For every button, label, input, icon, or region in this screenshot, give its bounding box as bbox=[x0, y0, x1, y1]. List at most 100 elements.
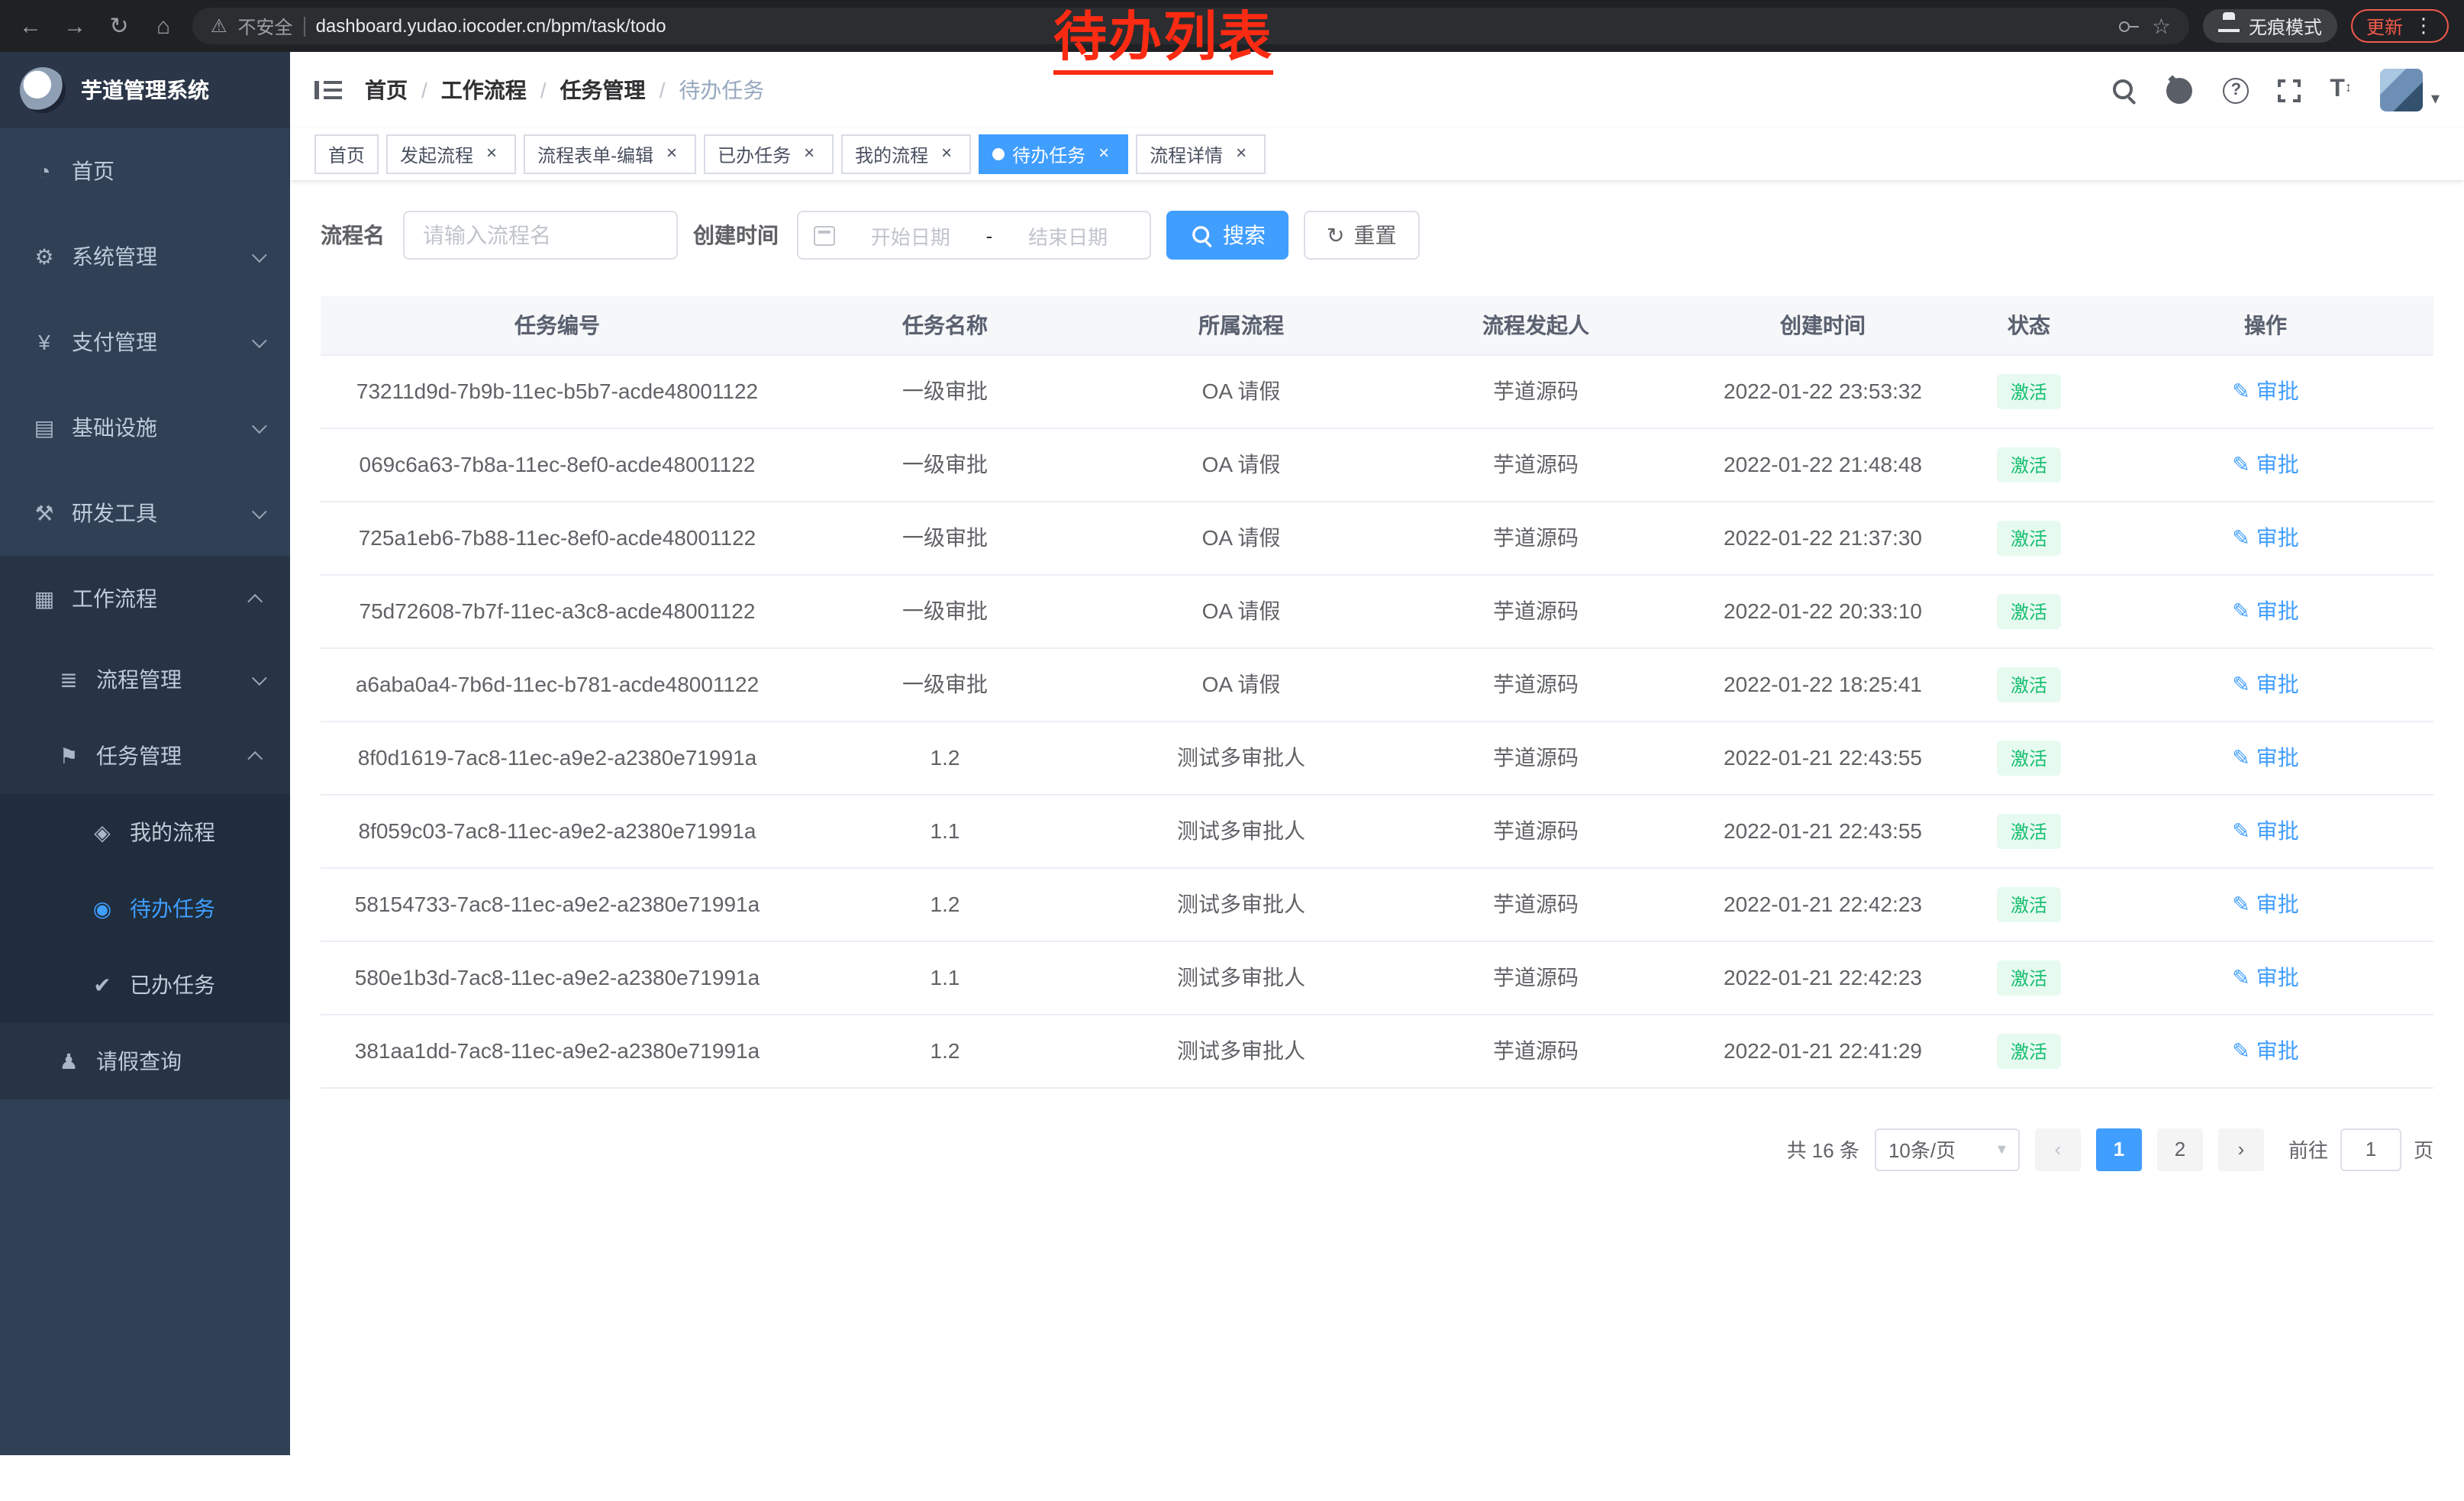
cell-starter: 芋道源码 bbox=[1386, 794, 1685, 867]
tab-close-icon[interactable] bbox=[661, 144, 682, 165]
sidebar-menu-item[interactable]: ◈ 我的流程 bbox=[0, 794, 290, 870]
chevron-icon bbox=[247, 750, 263, 766]
approve-label: 审批 bbox=[2256, 522, 2299, 553]
avatar[interactable] bbox=[2381, 69, 2424, 111]
approve-link[interactable]: 审批 bbox=[2232, 522, 2298, 553]
tab-close-icon[interactable] bbox=[481, 144, 502, 165]
breadcrumb-label: 工作流程 bbox=[441, 75, 527, 105]
tab-close-icon[interactable] bbox=[936, 144, 957, 165]
cell-actions: 审批 bbox=[2098, 428, 2433, 501]
approve-link[interactable]: 审批 bbox=[2232, 596, 2298, 626]
cell-task-id: 73211d9d-7b9b-11ec-b5b7-acde48001122 bbox=[321, 354, 794, 428]
tab[interactable]: 待办任务 bbox=[979, 134, 1128, 174]
search-button-icon bbox=[1191, 224, 1211, 245]
chevron-icon bbox=[252, 503, 267, 518]
tab[interactable]: 我的流程 bbox=[841, 134, 971, 174]
refresh-icon: ↻ bbox=[1327, 222, 1344, 248]
browser-home-icon[interactable]: ⌂ bbox=[148, 13, 179, 39]
table-row: 725a1eb6-7b88-11ec-8ef0-acde48001122 一级审… bbox=[321, 501, 2433, 574]
reset-button[interactable]: ↻ 重置 bbox=[1304, 211, 1419, 260]
range-separator: - bbox=[986, 224, 993, 247]
sidebar-menu-item[interactable]: ◔ 首页 bbox=[0, 128, 290, 214]
approve-label: 审批 bbox=[2256, 962, 2299, 993]
breadcrumb-item[interactable]: 工作流程 bbox=[408, 75, 527, 105]
my-process-icon: ◈ bbox=[89, 819, 116, 845]
tab-close-icon[interactable] bbox=[1230, 144, 1252, 165]
cell-starter: 芋道源码 bbox=[1386, 428, 1685, 501]
sidebar-menu-item[interactable]: ♟ 请假查询 bbox=[0, 1023, 290, 1099]
page-number-button[interactable]: 2 bbox=[2157, 1128, 2203, 1170]
cell-starter: 芋道源码 bbox=[1386, 867, 1685, 941]
goto-page-input[interactable]: 1 bbox=[2340, 1128, 2401, 1170]
help-icon[interactable]: ? bbox=[2223, 77, 2249, 103]
tab[interactable]: 发起流程 bbox=[386, 134, 516, 174]
tab[interactable]: 流程表单-编辑 bbox=[524, 134, 696, 174]
approve-link[interactable]: 审批 bbox=[2232, 1035, 2298, 1066]
approve-link[interactable]: 审批 bbox=[2232, 449, 2298, 479]
cell-actions: 审批 bbox=[2098, 721, 2433, 794]
start-date-placeholder: 开始日期 bbox=[844, 221, 977, 250]
reset-button-label: 重置 bbox=[1353, 220, 1396, 250]
sidebar-menu-item[interactable]: ✔ 已办任务 bbox=[0, 947, 290, 1023]
browser-forward-icon[interactable]: → bbox=[60, 13, 90, 39]
tab[interactable]: 首页 bbox=[314, 134, 379, 174]
page-number-button[interactable]: 1 bbox=[2096, 1128, 2142, 1170]
sidebar-menu-item[interactable]: ◉ 待办任务 bbox=[0, 870, 290, 947]
tab-close-icon[interactable] bbox=[1093, 144, 1114, 165]
approve-link[interactable]: 审批 bbox=[2232, 376, 2298, 406]
menu-item-label: 研发工具 bbox=[72, 498, 157, 528]
browser-menu-icon[interactable]: ⋮ bbox=[2414, 14, 2433, 38]
process-name-input[interactable]: 请输入流程名 bbox=[403, 211, 678, 260]
browser-back-icon[interactable]: ← bbox=[15, 13, 46, 39]
cell-process: OA 请假 bbox=[1096, 428, 1386, 501]
search-icon[interactable] bbox=[2111, 78, 2136, 102]
page-size-select[interactable]: 10条/页 ▾ bbox=[1875, 1128, 2020, 1170]
prev-page-button[interactable]: ‹ bbox=[2035, 1128, 2081, 1170]
sidebar-menu-item[interactable]: ≣ 流程管理 bbox=[0, 641, 290, 718]
table-row: 069c6a63-7b8a-11ec-8ef0-acde48001122 一级审… bbox=[321, 428, 2433, 501]
cell-status: 激活 bbox=[1960, 1014, 2098, 1087]
next-page-button[interactable]: › bbox=[2218, 1128, 2264, 1170]
bookmark-star-icon[interactable]: ☆ bbox=[2152, 13, 2171, 39]
github-icon[interactable] bbox=[2165, 76, 2194, 105]
cell-process: 测试多审批人 bbox=[1096, 1014, 1386, 1087]
search-button[interactable]: 搜索 bbox=[1166, 211, 1288, 260]
sidebar-menu-item[interactable]: ¥ 支付管理 bbox=[0, 299, 290, 385]
approve-label: 审批 bbox=[2256, 669, 2299, 699]
font-size-icon[interactable]: T ↕ bbox=[2330, 78, 2352, 102]
breadcrumb-label: 首页 bbox=[365, 75, 408, 105]
sidebar-collapse-icon[interactable] bbox=[314, 79, 342, 101]
col-process: 所属流程 bbox=[1096, 296, 1386, 354]
table-row: 580e1b3d-7ac8-11ec-a9e2-a2380e71991a 1.1… bbox=[321, 941, 2433, 1014]
approve-link[interactable]: 审批 bbox=[2232, 742, 2298, 773]
goto-page: 前往 1 页 bbox=[2288, 1128, 2433, 1170]
browser-reload-icon[interactable]: ↻ bbox=[104, 12, 134, 40]
select-caret-icon: ▾ bbox=[1998, 1139, 2006, 1159]
fullscreen-icon[interactable] bbox=[2278, 79, 2301, 102]
table-row: a6aba0a4-7b6d-11ec-b781-acde48001122 一级审… bbox=[321, 647, 2433, 721]
approve-link[interactable]: 审批 bbox=[2232, 962, 2298, 993]
password-key-icon[interactable] bbox=[2117, 14, 2141, 38]
approve-link[interactable]: 审批 bbox=[2232, 669, 2298, 699]
breadcrumb-item[interactable]: 任务管理 bbox=[527, 75, 646, 105]
approve-label: 审批 bbox=[2256, 376, 2299, 406]
tab[interactable]: 已办任务 bbox=[704, 134, 834, 174]
table-row: 75d72608-7b7f-11ec-a3c8-acde48001122 一级审… bbox=[321, 574, 2433, 647]
sidebar-menu-item[interactable]: ⚑ 任务管理 bbox=[0, 718, 290, 794]
cell-task-name: 一级审批 bbox=[794, 501, 1096, 574]
col-task-name: 任务名称 bbox=[794, 296, 1096, 354]
user-menu[interactable]: ▾ bbox=[2381, 69, 2440, 111]
sidebar-menu-item[interactable]: ⚒ 研发工具 bbox=[0, 470, 290, 556]
date-range-picker[interactable]: 开始日期 - 结束日期 bbox=[797, 211, 1151, 260]
tab-close-icon[interactable] bbox=[798, 144, 820, 165]
sidebar-menu-item[interactable]: ⚙ 系统管理 bbox=[0, 214, 290, 299]
sidebar-menu-item[interactable]: ▦ 工作流程 bbox=[0, 556, 290, 641]
breadcrumb-item[interactable]: 待办任务 bbox=[646, 75, 765, 105]
table-row: 8f0d1619-7ac8-11ec-a9e2-a2380e71991a 1.2… bbox=[321, 721, 2433, 794]
approve-link[interactable]: 审批 bbox=[2232, 815, 2298, 846]
sidebar-menu-item[interactable]: ▤ 基础设施 bbox=[0, 385, 290, 470]
approve-link[interactable]: 审批 bbox=[2232, 889, 2298, 919]
breadcrumb-item[interactable]: 首页 bbox=[365, 75, 408, 105]
tab[interactable]: 流程详情 bbox=[1136, 134, 1266, 174]
browser-update-button[interactable]: 更新 ⋮ bbox=[2351, 9, 2449, 43]
